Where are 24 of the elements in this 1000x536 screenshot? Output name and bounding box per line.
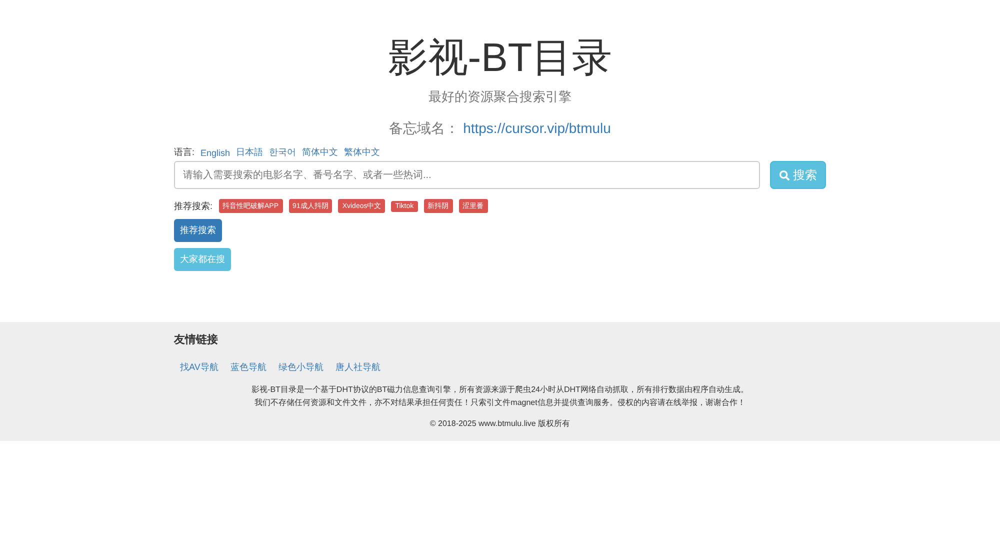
section-button[interactable]: 推荐搜索 [174, 219, 222, 242]
footer-heading: 友情链接 [174, 332, 219, 347]
site-subtitle: 最好的资源聚合搜索引擎 [428, 88, 572, 106]
language-label: 语言: [174, 146, 195, 159]
domain-link[interactable]: https://cursor.vip/btmulu [463, 120, 611, 138]
language-link[interactable]: English [200, 148, 230, 158]
language-link[interactable]: 日本語 [236, 146, 264, 159]
search-button[interactable]: 搜索 [770, 161, 826, 189]
site-title: 影视-BT目录 [386, 35, 614, 82]
friend-link[interactable]: 蓝色导航 [230, 361, 266, 374]
language-link[interactable]: 繁体中文 [344, 146, 380, 159]
friend-link[interactable]: 绿色小导航 [278, 361, 324, 374]
language-link[interactable]: 简体中文 [302, 146, 338, 159]
copyright-text: © 2018-2025 www.btmulu.live 版权所有 [428, 418, 572, 429]
search-field[interactable]: 请输入需要搜索的电影名字、番号名字、或者一些热词... [174, 161, 760, 189]
recommended-label: 推荐搜索: [174, 200, 213, 212]
domain-label: 备忘域名： [389, 120, 460, 138]
friend-link[interactable]: 唐人社导航 [335, 361, 380, 374]
language-link[interactable]: 한국어 [269, 146, 296, 159]
footer-description: 影视-BT目录是一个基于DHT协议的BT磁力信息查询引擎，所有资源来源于爬虫24小时从DHT网络自动抓取，所有排行数据由程序自动生成。 [250, 384, 750, 395]
friend-link[interactable]: 找AV导航 [180, 361, 218, 374]
section-button[interactable]: 大家都在搜 [174, 248, 231, 271]
search-icon [779, 170, 790, 180]
footer-description: 我们不存储任何资源和文件文件，亦不对结果承担任何责任！只索引文件magnet信息并提供查询服务。侵权的内容请在线举报，谢谢合作！ [254, 397, 746, 408]
